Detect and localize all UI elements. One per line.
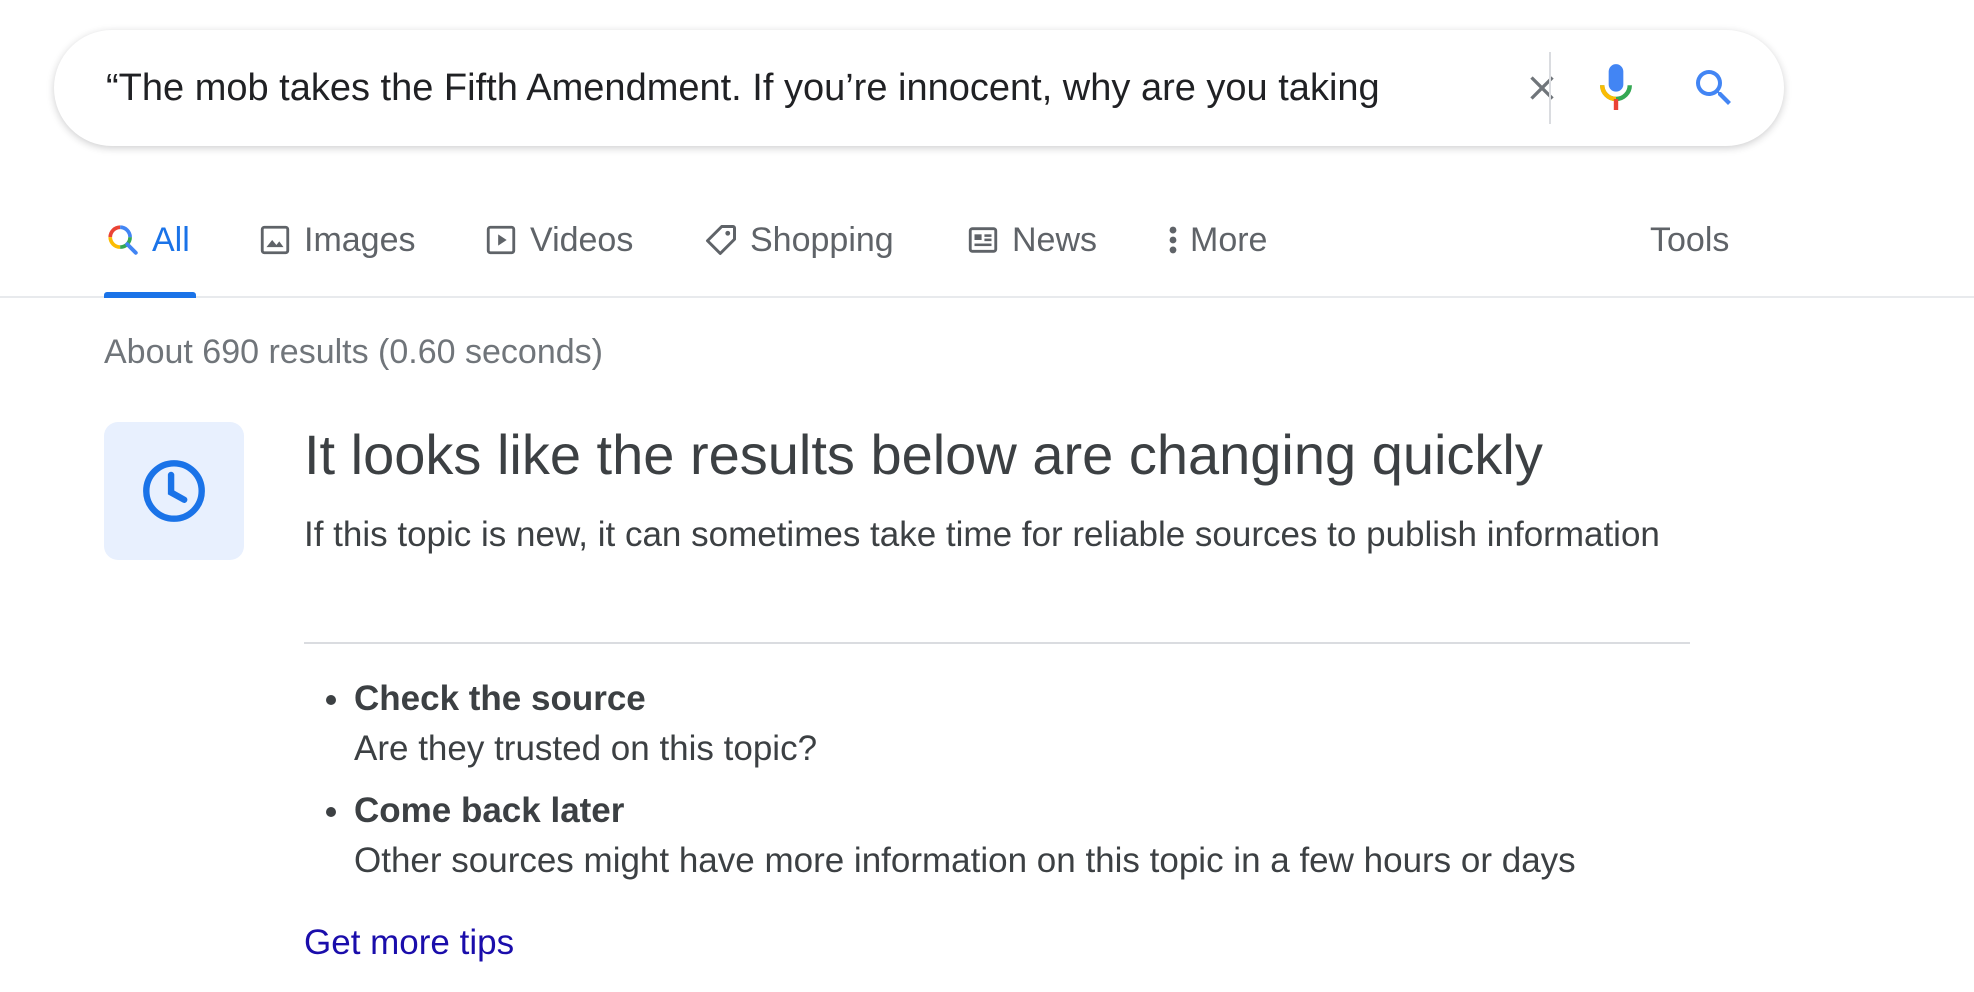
list-item: Come back later Other sources might have… xyxy=(324,786,1744,886)
tab-images[interactable]: Images xyxy=(256,218,416,298)
notice-divider xyxy=(304,642,1690,644)
tools-button[interactable]: Tools xyxy=(1650,218,1729,298)
tab-label: Images xyxy=(304,221,416,259)
notice-title: It looks like the results below are chan… xyxy=(304,423,1543,486)
tab-shopping[interactable]: Shopping xyxy=(702,218,894,298)
tip-title: Come back later xyxy=(354,791,625,830)
tip-description: Are they trusted on this topic? xyxy=(354,729,818,768)
get-more-tips-link[interactable]: Get more tips xyxy=(304,918,514,968)
clock-icon xyxy=(143,460,205,522)
play-icon xyxy=(482,218,520,262)
image-icon xyxy=(256,218,294,262)
tab-label: News xyxy=(1012,221,1098,259)
tab-more[interactable]: More xyxy=(1160,218,1267,298)
tab-all[interactable]: All xyxy=(104,218,196,298)
close-icon xyxy=(1530,76,1554,100)
newspaper-icon xyxy=(964,218,1002,262)
tab-label: All xyxy=(152,221,190,259)
voice-search-button[interactable] xyxy=(1582,54,1650,122)
tips-list: Check the source Are they trusted on thi… xyxy=(324,674,1744,898)
list-item: Check the source Are they trusted on thi… xyxy=(324,674,1744,774)
search-icon xyxy=(1696,70,1731,105)
tab-news[interactable]: News xyxy=(964,218,1097,298)
search-box: “The mob takes the Fifth Amendment. If y… xyxy=(54,30,1784,146)
search-tabs: All Images Videos Shopping News More Too… xyxy=(0,200,1974,298)
search-box-divider xyxy=(1549,52,1551,124)
result-stats: About 690 results (0.60 seconds) xyxy=(104,333,603,371)
tag-icon xyxy=(702,218,740,262)
microphone-icon xyxy=(1600,64,1632,110)
tip-title: Check the source xyxy=(354,679,646,718)
tab-label: Videos xyxy=(530,221,634,259)
tip-description: Other sources might have more informatio… xyxy=(354,841,1576,880)
tools-label: Tools xyxy=(1650,221,1730,259)
search-multicolor-icon xyxy=(104,218,142,262)
notice-description: If this topic is new, it can sometimes t… xyxy=(304,515,1660,554)
more-vert-icon xyxy=(1160,218,1186,262)
notice-icon-box xyxy=(104,422,244,560)
tab-videos[interactable]: Videos xyxy=(482,218,633,298)
tab-label: More xyxy=(1190,221,1268,259)
search-button[interactable] xyxy=(1680,54,1748,122)
clear-search-button[interactable] xyxy=(1514,60,1570,116)
search-input[interactable]: “The mob takes the Fifth Amendment. If y… xyxy=(106,58,1484,118)
tab-label: Shopping xyxy=(750,221,894,259)
